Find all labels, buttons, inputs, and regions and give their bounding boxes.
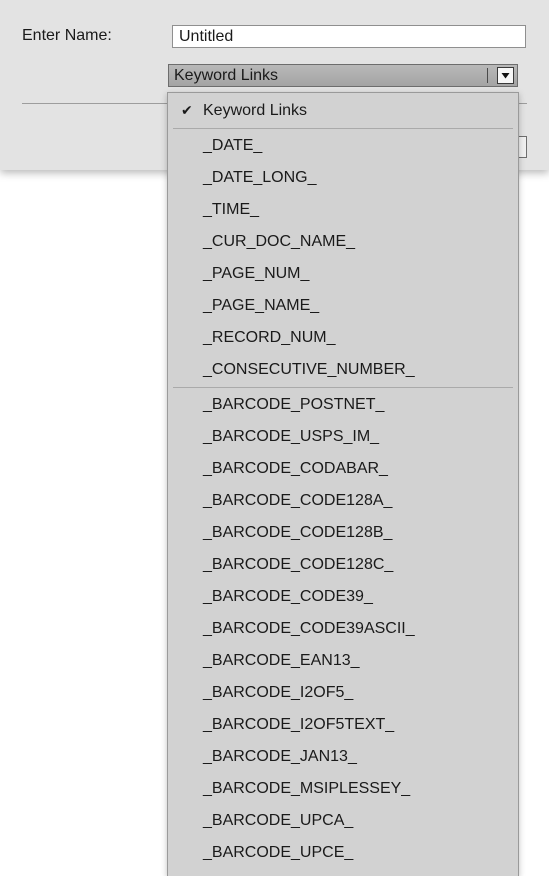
menu-item-label: _BARCODE_CODE39_	[203, 588, 373, 605]
dropdown-menu: ✔ Keyword Links _DATE_ _DATE_LONG_ _TIME_ _CU…	[167, 92, 519, 876]
menu-item-label: Keyword Links	[203, 102, 308, 119]
menu-item-label: _PAGE_NAME_	[203, 297, 320, 314]
menu-item[interactable]: _RECORD_NUM_	[168, 322, 518, 354]
menu-item-label: _BARCODE_CODE39ASCII_	[203, 620, 415, 637]
menu-item[interactable]: _PAGE_NAME_	[168, 290, 518, 322]
menu-item[interactable]: ✔ Keyword Links	[168, 93, 518, 127]
menu-item-label: _BARCODE_MSIPLESSEY_	[203, 780, 411, 797]
menu-item[interactable]: _BARCODE_CODABAR_	[168, 453, 518, 485]
menu-item[interactable]: _CONSECUTIVE_NUMBER_	[168, 354, 518, 386]
menu-item-label: _BARCODE_POSTNET_	[203, 396, 385, 413]
menu-item-label: _TIME_	[203, 201, 260, 218]
menu-item-label: _BARCODE_JAN13_	[203, 748, 357, 765]
menu-item[interactable]: _BARCODE_I2OF5TEXT_	[168, 709, 518, 741]
menu-item-label: _BARCODE_UPCA_	[203, 812, 354, 829]
menu-item-label: _BARCODE_CODE128C_	[203, 556, 394, 573]
chevron-down-icon[interactable]	[497, 67, 514, 84]
menu-item-label: _BARCODE_CODE128A_	[203, 492, 393, 509]
menu-item[interactable]: _BARCODE_EAN13_	[168, 645, 518, 677]
name-input[interactable]	[172, 25, 526, 48]
menu-item[interactable]: _BARCODE_CODE128A_	[168, 485, 518, 517]
dropdown-divider	[487, 68, 488, 83]
menu-item[interactable]: _BARCODE_POSTNET_	[168, 389, 518, 421]
keyword-dropdown[interactable]: Keyword Links	[168, 64, 518, 87]
checkmark-icon: ✔	[181, 103, 193, 119]
menu-item-label: _CUR_DOC_NAME_	[203, 233, 356, 250]
menu-item[interactable]: _BARCODE_CODE128C_	[168, 549, 518, 581]
menu-item[interactable]: _TIME_	[168, 194, 518, 226]
menu-item[interactable]: _BARCODE_MSIPLESSEY_	[168, 773, 518, 805]
menu-separator	[173, 387, 513, 388]
dialog-button[interactable]	[518, 136, 527, 158]
menu-item-label: _DATE_LONG_	[203, 169, 317, 186]
menu-item-label: _BARCODE_I2OF5_	[203, 684, 354, 701]
menu-item[interactable]: _BARCODE_UPCA_	[168, 805, 518, 837]
menu-item-label: _BARCODE_USPS_IM_	[203, 428, 380, 445]
menu-item-label: _BARCODE_CODABAR_	[203, 460, 388, 477]
menu-item[interactable]: _DATE_	[168, 130, 518, 162]
menu-item-label: _BARCODE_EAN13_	[203, 652, 360, 669]
menu-item[interactable]: _BARCODE_CODE128B_	[168, 517, 518, 549]
menu-item[interactable]: _BARCODE_CODE39ASCII_	[168, 613, 518, 645]
menu-item[interactable]: _BARCODE_USPS_IM_	[168, 421, 518, 453]
menu-item-label: _BARCODE_I2OF5TEXT_	[203, 716, 395, 733]
menu-item[interactable]: _CUR_DOC_NAME_	[168, 226, 518, 258]
menu-item[interactable]: _BARCODE_JAN13_	[168, 741, 518, 773]
menu-item-label: _BARCODE_UPCE_	[203, 844, 354, 861]
menu-item[interactable]: _PAGE_NUM_	[168, 258, 518, 290]
dropdown-value: Keyword Links	[174, 67, 279, 84]
menu-item-label: _DATE_	[203, 137, 263, 154]
menu-item-label: _BARCODE_CODE128B_	[203, 524, 393, 541]
menu-item[interactable]: _BARCODE_UPCE_	[168, 837, 518, 869]
menu-item-label: _PAGE_NUM_	[203, 265, 310, 282]
name-label: Enter Name:	[22, 27, 112, 44]
menu-item[interactable]: _BARCODE_CODE39_	[168, 581, 518, 613]
menu-item-label: _CONSECUTIVE_NUMBER_	[203, 361, 415, 378]
menu-item[interactable]: _DATE_LONG_	[168, 162, 518, 194]
menu-item-label: _RECORD_NUM_	[203, 329, 336, 346]
menu-item[interactable]: _BARCODE_I2OF5_	[168, 677, 518, 709]
menu-separator	[173, 128, 513, 129]
